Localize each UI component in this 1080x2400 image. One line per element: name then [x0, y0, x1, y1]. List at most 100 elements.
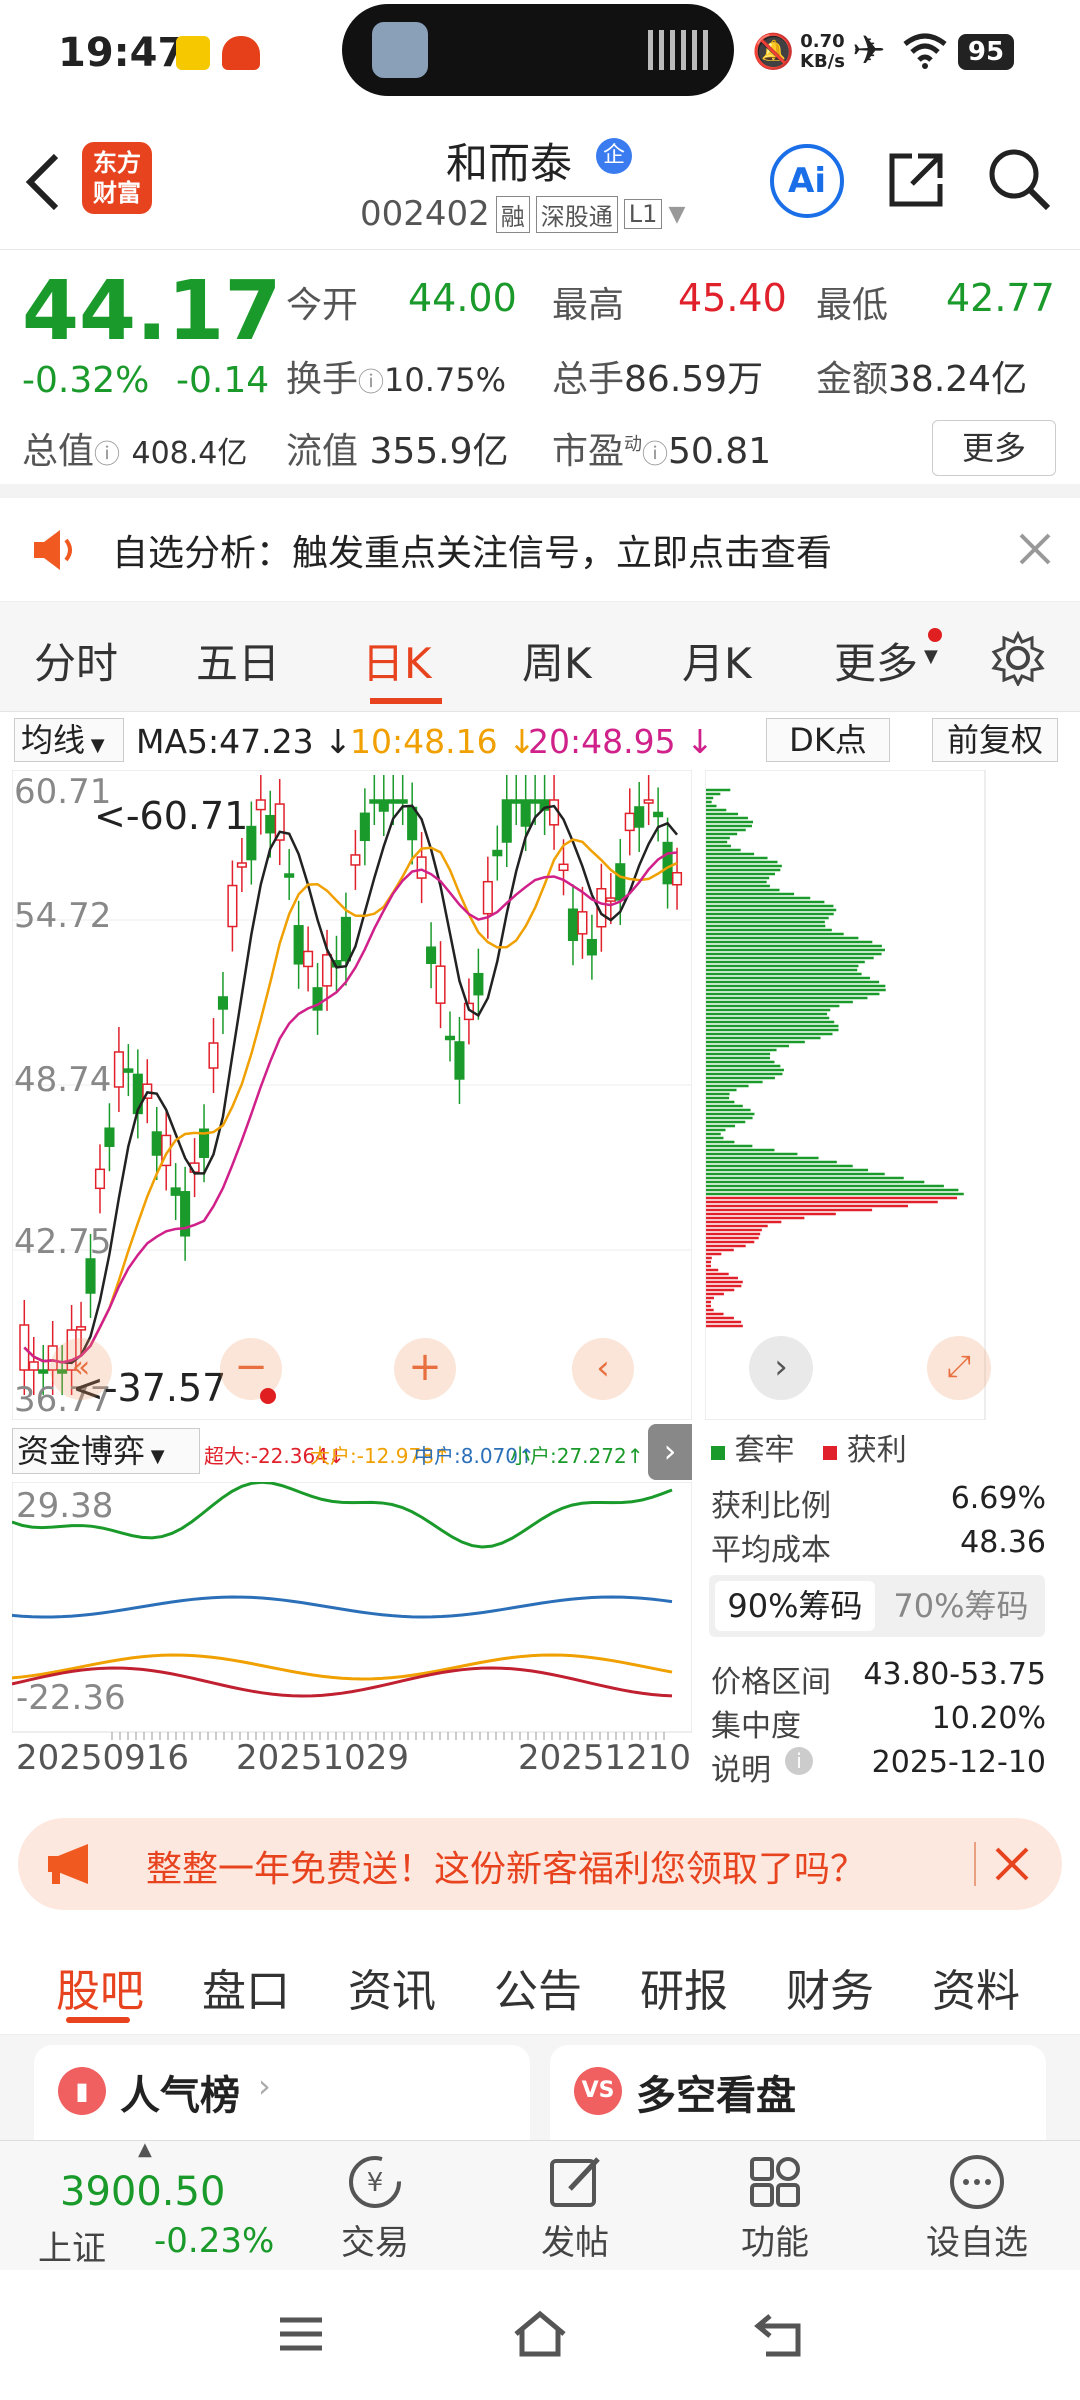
scroll-left-fast-icon[interactable]: « [50, 1338, 112, 1400]
back-icon[interactable] [22, 150, 62, 214]
tab-chips-70[interactable]: 70%筹码 [881, 1581, 1041, 1631]
back-nav-icon[interactable] [752, 2310, 806, 2360]
fund-flow-line [12, 1595, 673, 1619]
net-speed-value: 0.70 [800, 31, 845, 52]
candle-body [85, 1258, 96, 1294]
dk-point-button[interactable]: DK点 [766, 718, 890, 762]
info-icon[interactable]: ⓘ [358, 368, 384, 398]
chevron-down-icon[interactable]: ▼ [668, 202, 685, 227]
tab-financials[interactable]: 财务 [786, 1955, 874, 2019]
change-percent: -0.32% [22, 360, 150, 401]
close-icon[interactable] [1018, 532, 1052, 566]
candle-body [615, 863, 626, 901]
chip-distribution[interactable]: › ⤢ [705, 770, 1050, 1420]
chip-canvas [705, 770, 986, 1420]
fund-y-bottom: -22.36 [16, 1678, 126, 1718]
forward-adjust-button[interactable]: 前复权 [932, 718, 1058, 762]
chevron-down-icon: ▼ [145, 1446, 165, 1467]
tab-five-day[interactable]: 五日 [196, 630, 280, 691]
nav-add-watchlist[interactable]: 设自选 [912, 2153, 1042, 2263]
candle-body [473, 972, 484, 996]
nav-trade[interactable]: ¥ 交易 [320, 2153, 430, 2263]
max-price-note: <-60.71 [94, 794, 249, 838]
legend-profit: 获利 [846, 1433, 907, 1468]
info-icon[interactable]: i [785, 1747, 813, 1775]
candle-body [511, 799, 522, 804]
nav-post-label: 发帖 [541, 2223, 609, 2263]
amount-label: 金额 [816, 359, 889, 400]
fund-flow-chart[interactable]: 29.38 -22.36 20250916 20251029 20251210 [12, 1482, 692, 1792]
tab-weekly-k[interactable]: 周K [522, 630, 592, 691]
candle-body [227, 884, 238, 928]
nav-functions[interactable]: 功能 [720, 2153, 830, 2263]
candle-body [236, 862, 247, 868]
expand-panel-icon[interactable]: › [648, 1424, 692, 1480]
home-icon[interactable] [510, 2308, 570, 2360]
promo-banner[interactable]: 整整一年免费送！这份新客福利您领取了吗？ [18, 1818, 1062, 1910]
tab-announcements[interactable]: 公告 [494, 1955, 582, 2019]
app-notification-icon-2 [222, 36, 260, 70]
search-icon[interactable] [986, 146, 1052, 212]
expand-icon[interactable]: ⤢ [927, 1336, 991, 1400]
tab-chips-90[interactable]: 90%筹码 [715, 1581, 875, 1631]
settings-gear-icon[interactable] [990, 630, 1046, 686]
nav-trade-label: 交易 [341, 2223, 409, 2263]
app-logo[interactable]: 东方财富 [82, 142, 152, 214]
tab-orderbook[interactable]: 盘口 [202, 1955, 290, 2019]
more-dots-icon [950, 2155, 1004, 2209]
menu-icon[interactable] [276, 2314, 326, 2354]
tab-profile[interactable]: 资料 [932, 1955, 1020, 2019]
feature-cards: ▮ 人气榜 › VS 多空看盘 [0, 2035, 1080, 2145]
divider [974, 1842, 976, 1886]
nav-post[interactable]: 发帖 [520, 2153, 630, 2263]
ma10-value: 10:48.16 ↓ [350, 722, 536, 761]
candle-body [350, 854, 361, 866]
share-icon[interactable] [884, 148, 948, 212]
candle-body [19, 1324, 30, 1371]
ma-dropdown[interactable]: 均线 ▼ [14, 718, 124, 762]
tab-research[interactable]: 研报 [640, 1955, 728, 2019]
tab-forum[interactable]: 股吧 [56, 1955, 144, 2019]
popularity-card[interactable]: ▮ 人气榜 › [34, 2045, 530, 2145]
promo-text: 整整一年免费送！这份新客福利您领取了吗？ [146, 1849, 867, 1890]
candle-body [170, 1187, 181, 1196]
close-icon[interactable] [994, 1846, 1030, 1882]
change-amount: -0.14 [176, 360, 270, 401]
nav-functions-label: 功能 [741, 2223, 809, 2263]
info-icon[interactable]: ⓘ [642, 440, 668, 470]
tab-intraday[interactable]: 分时 [34, 630, 118, 691]
bar-chart-icon: ▮ [58, 2067, 106, 2115]
info-icon[interactable]: ⓘ [94, 440, 120, 470]
candle-body [293, 925, 304, 965]
notice-bar[interactable]: 自选分析：触发重点关注信号，立即点击查看 [0, 498, 1080, 602]
volume-value: 86.59万 [624, 359, 764, 400]
speaker-icon [34, 530, 72, 570]
pe-label: 市盈 [552, 431, 625, 472]
tab-news[interactable]: 资讯 [348, 1955, 436, 2019]
index-value: 3900.50 [60, 2169, 226, 2215]
ma20-value: 20:48.95 ↓ [528, 722, 714, 761]
fund-flow-dropdown[interactable]: 资金博弈 ▼ [12, 1428, 200, 1474]
more-button[interactable]: 更多 [932, 420, 1056, 476]
nav-add-watchlist-label: 设自选 [926, 2223, 1028, 2263]
scroll-right-icon[interactable]: › [749, 1336, 813, 1400]
tab-active-indicator [370, 698, 442, 704]
kline-chart[interactable]: 60.71 54.72 48.74 42.75 36.77 <-60.71 <-… [12, 770, 692, 1420]
candle-body [388, 799, 399, 804]
bull-bear-card[interactable]: VS 多空看盘 [550, 2045, 1046, 2145]
grid-icon [750, 2157, 800, 2207]
chevron-down-icon: ▼ [924, 646, 938, 667]
zoom-in-icon[interactable]: + [394, 1338, 456, 1400]
candle-body [28, 1361, 39, 1371]
price-range-label: 价格区间 [711, 1665, 831, 1700]
tab-monthly-k[interactable]: 月K [682, 630, 752, 691]
pe-ratio: 市盈动ⓘ50.81 [552, 422, 771, 474]
candle-body [38, 1369, 49, 1374]
scroll-left-icon[interactable]: ‹ [572, 1338, 634, 1400]
app-notification-icon [176, 36, 210, 70]
float-cap-label: 流值 [286, 431, 359, 472]
index-ticker[interactable]: ▲ 3900.50 上证 -0.23% [38, 2139, 274, 2269]
tab-daily-k[interactable]: 日K [362, 630, 432, 691]
ai-assistant-icon[interactable]: Ai [770, 144, 844, 218]
tab-more[interactable]: 更多 [834, 630, 918, 691]
